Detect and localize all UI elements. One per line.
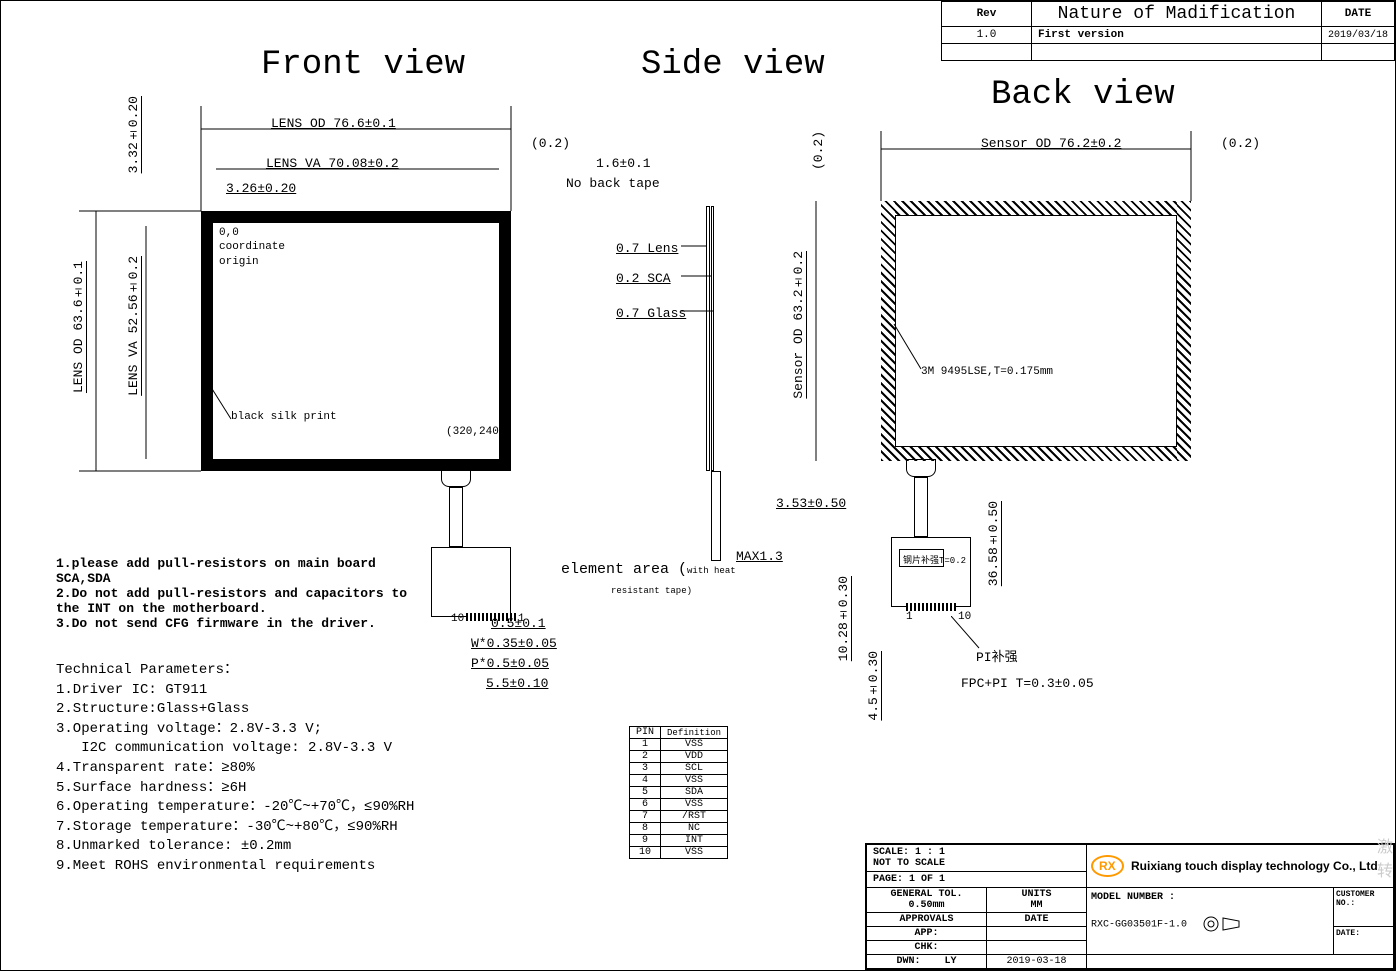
tech-p5: 5.Surface hardness：≥6H — [56, 779, 476, 799]
side-leaders — [681, 201, 721, 321]
sca-thickness: 0.2 SCA — [616, 271, 671, 286]
dim-5-5: 5.5±0.10 — [486, 676, 548, 691]
note-2: 2.Do not add pull-resistors and capacito… — [56, 586, 426, 616]
approvals-label: APPROVALS — [899, 914, 953, 925]
customer-label: CUSTOMER NO.: — [1336, 890, 1374, 908]
tech-p3: 3.Operating voltage：2.8V-3.3 V; — [56, 720, 476, 740]
watermark: 激转 — [1377, 833, 1393, 881]
date-label: DATE — [1024, 914, 1048, 925]
pin-5-def: SDA — [661, 787, 728, 799]
pin-3-def: SCL — [661, 763, 728, 775]
chk-label: CHK: — [914, 942, 938, 953]
side-view-group: 1.6±0.1 No back tape 0.7 Lens 0.2 SCA 0.… — [561, 141, 791, 621]
pin-1-def: VSS — [661, 739, 728, 751]
rx-logo-icon: RX — [1091, 855, 1124, 877]
tech-p9: 9.Meet ROHS environmental requirements — [56, 857, 476, 877]
pin-table: PINDefinition 1VSS 2VDD 3SCL 4VSS 5SDA 6… — [629, 726, 728, 859]
date-field: DATE: — [1336, 929, 1360, 938]
tech-p4: 4.Transparent rate：≥80% — [56, 759, 476, 779]
page-label: PAGE: 1 OF 1 — [873, 874, 945, 885]
glass-thickness: 0.7 Glass — [616, 306, 686, 321]
projection-icon — [1201, 914, 1241, 934]
tech-p7: 7.Storage temperature：-30℃~+80℃，≤90%RH — [56, 818, 476, 838]
scale-label: SCALE: 1 : 1 — [873, 847, 945, 858]
app-label: APP: — [914, 928, 938, 939]
dim-p05: P*0.5±0.05 — [471, 656, 549, 671]
date-header: DATE — [1321, 2, 1394, 27]
no-back-tape: No back tape — [566, 176, 660, 191]
model-label: MODEL NUMBER : — [1091, 892, 1175, 903]
nts-label: NOT TO SCALE — [873, 858, 945, 869]
tech-p8: 8.Unmarked tolerance: ±0.2mm — [56, 837, 476, 857]
front-view-title: Front view — [261, 46, 465, 84]
gtol-value: 0.50mm — [908, 900, 944, 911]
dwn-label: DWN: — [896, 956, 920, 967]
tech-p6: 6.Operating temperature：-20℃~+70℃，≤90%RH — [56, 798, 476, 818]
pin-header: PIN — [630, 727, 661, 739]
nature-value: First version — [1031, 27, 1321, 44]
dwn-date: 2019-03-18 — [987, 955, 1087, 969]
lens-thickness: 0.7 Lens — [616, 241, 678, 256]
pin-10-def: VSS — [661, 847, 728, 859]
element-area-label: element area (with heat — [561, 561, 736, 578]
model-value: RXC-GG03501F-1.0 — [1091, 920, 1187, 931]
pin-9-def: INT — [661, 835, 728, 847]
units-label: UNITS — [1021, 889, 1051, 900]
tech-params: Technical Parameters： 1.Driver IC: GT911… — [56, 661, 476, 877]
notes-block: 1.please add pull-resistors on main boar… — [56, 556, 426, 631]
dim-0-5: 0.5±0.1 — [491, 616, 546, 631]
pin-2-def: VDD — [661, 751, 728, 763]
tech-p2: 2.Structure:Glass+Glass — [56, 700, 476, 720]
fpc-pad — [431, 547, 511, 617]
revision-table: Rev Nature of Madification DATE 1.0 Firs… — [941, 1, 1395, 61]
side-tail — [711, 471, 721, 561]
dim-w035: W*0.35±0.05 — [471, 636, 557, 651]
title-block: SCALE: 1 : 1 NOT TO SCALE RX Ruixiang to… — [865, 843, 1395, 970]
note-3: 3.Do not send CFG firmware in the driver… — [56, 616, 426, 631]
tech-p1: 1.Driver IC: GT911 — [56, 681, 476, 701]
pin-4-def: VSS — [661, 775, 728, 787]
note-1: 1.please add pull-resistors on main boar… — [56, 556, 426, 586]
side-view-title: Side view — [641, 46, 825, 84]
def-header: Definition — [661, 727, 728, 739]
back-view-group: Sensor OD 76.2±0.2 (0.2) Sensor OD 63.2±… — [791, 121, 1281, 721]
pin-8-def: NC — [661, 823, 728, 835]
units-value: MM — [1030, 900, 1042, 911]
dwn-value: LY — [945, 956, 957, 967]
front-view-group: LENS OD 76.6±0.1 LENS VA 70.08±0.2 3.26±… — [71, 101, 541, 581]
back-view-title: Back view — [991, 76, 1175, 114]
tech-title: Technical Parameters： — [56, 661, 476, 681]
company-name: Ruixiang touch display technology Co., L… — [1131, 859, 1378, 873]
back-dim-lines — [791, 121, 1281, 721]
thickness-label: 1.6±0.1 — [596, 156, 651, 171]
pin-6-def: VSS — [661, 799, 728, 811]
pin-7-def: /RST — [661, 811, 728, 823]
gtol-label: GENERAL TOL. — [890, 889, 962, 900]
date-value: 2019/03/18 — [1321, 27, 1394, 44]
tech-p3b: I2C communication voltage: 2.8V-3.3 V — [56, 739, 476, 759]
element-area-2: resistant tape) — [611, 586, 692, 596]
nature-header: Nature of Madification — [1031, 2, 1321, 27]
front-dim-lines — [71, 101, 541, 501]
pin-10-front: 10 — [451, 613, 464, 625]
rev-value: 1.0 — [941, 27, 1031, 44]
max-1-3: MAX1.3 — [736, 549, 783, 564]
rev-header: Rev — [941, 2, 1031, 27]
